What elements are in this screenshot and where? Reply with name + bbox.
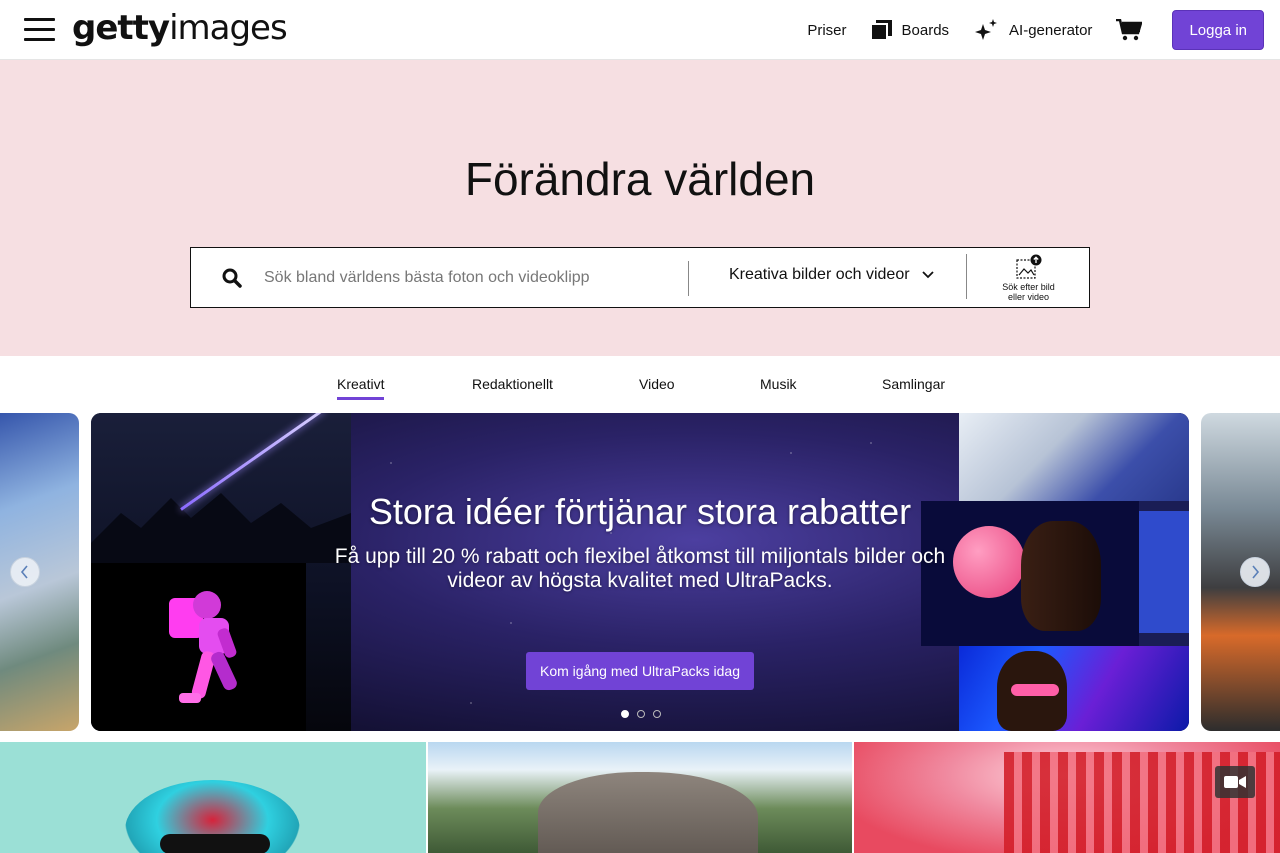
search-divider-2: [966, 254, 967, 299]
ai-generator-link[interactable]: AI-generator: [973, 18, 1092, 42]
image-upload-icon: [1015, 254, 1041, 279]
pricing-label: Priser: [807, 21, 847, 39]
carousel-dot-3[interactable]: [653, 710, 661, 718]
content-type-select[interactable]: Kreativa bilder och videor: [729, 266, 934, 284]
tile-glasses: [160, 834, 270, 853]
getty-images-logo[interactable]: gettyimages: [72, 8, 288, 48]
astronaut-image: [91, 413, 351, 731]
video-camera-glyph: [1224, 776, 1246, 788]
image-search-label-1: Sök efter bild: [1002, 282, 1055, 292]
astronaut-figure: [169, 591, 237, 703]
carousel-dot-1[interactable]: [621, 710, 629, 718]
boards-label: Boards: [901, 21, 950, 39]
search-bar: Kreativa bilder och videor Sök efter bil…: [190, 247, 1090, 308]
pink-bubble: [953, 526, 1025, 598]
carousel-next-button[interactable]: [1240, 557, 1270, 587]
cart-icon: [1116, 19, 1143, 41]
boards-link[interactable]: Boards: [870, 20, 950, 40]
chevron-down-icon: [921, 271, 934, 279]
chevron-right-icon: [1252, 565, 1260, 579]
carousel-dot-2[interactable]: [637, 710, 645, 718]
tab-kreativt[interactable]: Kreativt: [337, 376, 385, 400]
hamburger-menu-icon[interactable]: [24, 18, 55, 42]
content-tabs: Kreativt Redaktionellt Video Musik Samli…: [0, 356, 1280, 413]
boxer-image: [959, 413, 1189, 501]
image-search-label-2: eller video: [1007, 292, 1050, 302]
banner-subtitle: Få upp till 20 % rabatt och flexibel åtk…: [334, 545, 946, 592]
pricing-link[interactable]: Priser: [807, 22, 846, 39]
tile-elephant: [538, 772, 758, 853]
ultrapacks-cta-button[interactable]: Kom igång med UltraPacks idag: [526, 652, 754, 690]
featured-image-grid: [0, 742, 1280, 853]
tab-video[interactable]: Video: [639, 376, 675, 397]
collage-images: [921, 413, 1189, 731]
search-divider: [688, 261, 689, 296]
boards-icon: [870, 20, 892, 40]
carousel-dots: [621, 710, 661, 718]
chevron-left-icon: [20, 565, 28, 579]
login-button[interactable]: Logga in: [1172, 10, 1264, 50]
header-nav: Priser Boards AI-generator Logga in: [807, 0, 1264, 60]
hero-section: Förändra världen Kreativa bilder och vid…: [0, 60, 1280, 356]
search-input[interactable]: [264, 264, 674, 292]
carousel-prev-button[interactable]: [10, 557, 40, 587]
sparkle-icon: [975, 19, 998, 40]
ai-generator-label: AI-generator: [1009, 21, 1093, 39]
video-camera-icon[interactable]: [1215, 766, 1255, 798]
neon-visor: [1011, 684, 1059, 696]
image-tile-red-bars-video[interactable]: [854, 742, 1280, 853]
search-icon[interactable]: [222, 268, 242, 288]
image-tile-elephant[interactable]: [428, 742, 852, 853]
neon-portrait-image: [959, 646, 1189, 731]
top-header: gettyimages Priser Boards AI-generator L…: [0, 0, 1280, 60]
woman-face: [1021, 521, 1101, 631]
image-search-button[interactable]: Sök efter bild eller video: [991, 254, 1066, 302]
banner-title: Stora idéer förtjänar stora rabatter: [368, 491, 912, 532]
image-tile-colorful-portrait[interactable]: [0, 742, 426, 853]
carousel-active-slide: Stora idéer förtjänar stora rabatter Få …: [91, 413, 1189, 731]
hero-title: Förändra världen: [464, 153, 816, 205]
tab-redaktionellt[interactable]: Redaktionellt: [472, 376, 553, 397]
tab-samlingar[interactable]: Samlingar: [882, 376, 945, 397]
logo-bold: getty: [72, 8, 170, 48]
promo-carousel: Stora idéer förtjänar stora rabatter Få …: [0, 413, 1280, 731]
logo-light: images: [169, 8, 288, 48]
content-type-value: Kreativa bilder och videor: [729, 266, 910, 283]
cart-button[interactable]: [1116, 19, 1152, 41]
tab-musik[interactable]: Musik: [760, 376, 797, 397]
